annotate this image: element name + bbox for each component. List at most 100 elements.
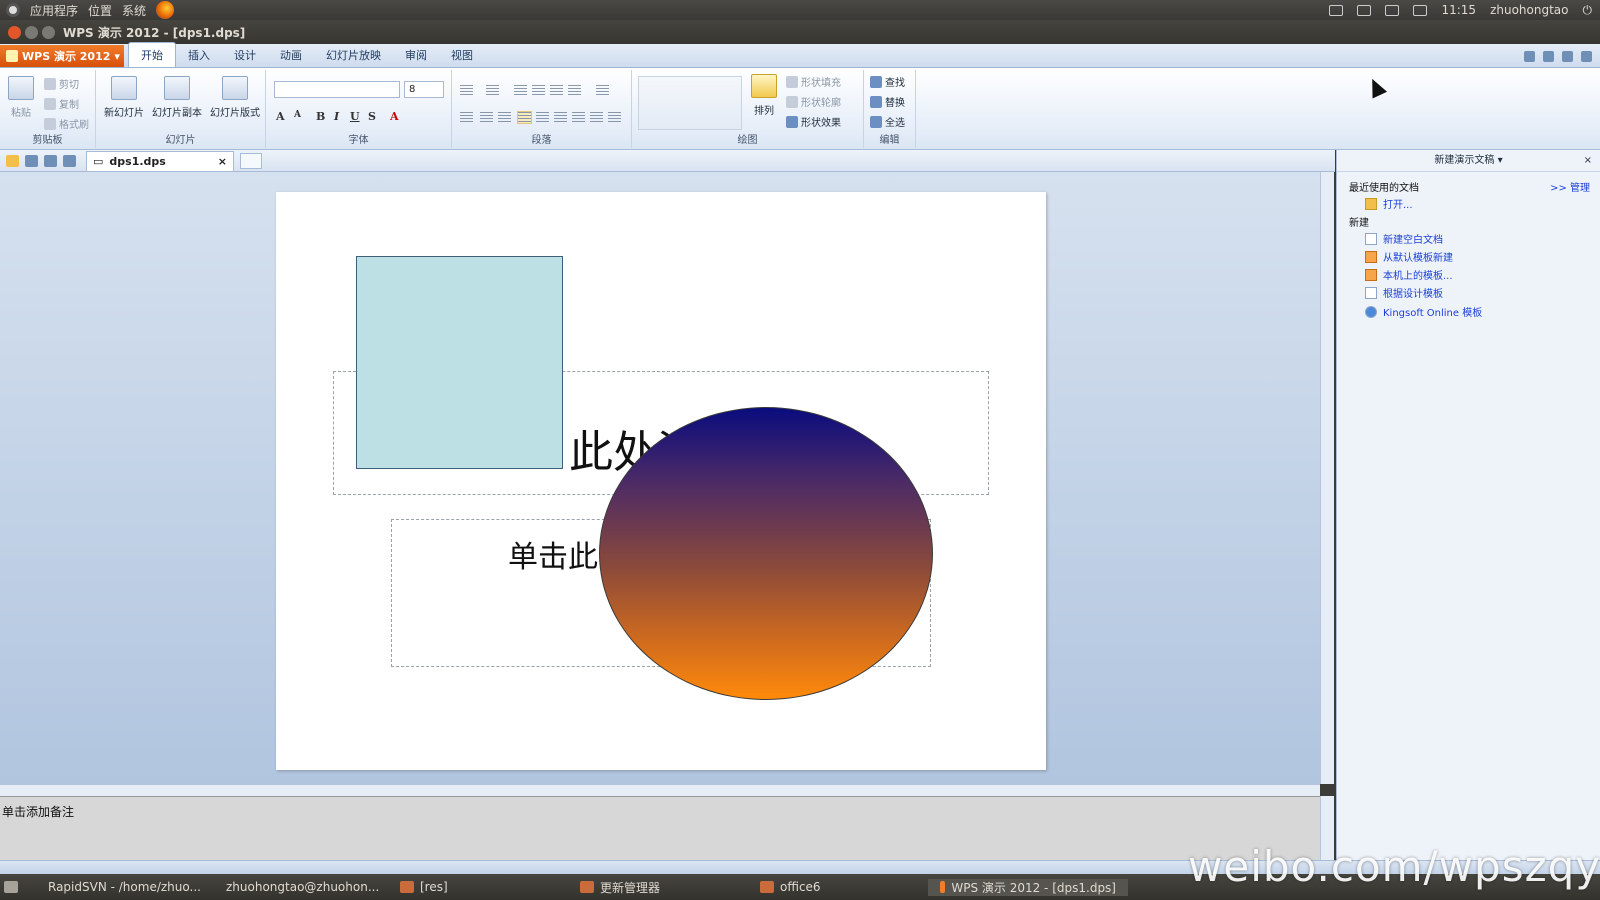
manage-link[interactable]: >> 管理 [1550, 179, 1590, 194]
task-pane-title[interactable]: 新建演示文稿 [1434, 155, 1494, 166]
text-box-icon[interactable] [608, 112, 621, 123]
collapse-ribbon-icon[interactable] [1524, 51, 1535, 62]
font-size-select[interactable]: 8 [404, 81, 444, 98]
close-tab-icon[interactable]: × [218, 155, 227, 168]
duplicate-slide-button[interactable]: 幻灯片副本 [150, 76, 204, 119]
notes-pane[interactable]: 单击添加备注 [0, 796, 1320, 860]
columns-icon[interactable] [460, 112, 473, 123]
help-icon[interactable] [1581, 51, 1592, 62]
ellipse-shape[interactable] [599, 407, 933, 700]
ltr-icon[interactable] [498, 112, 511, 123]
open-link[interactable]: 打开... [1365, 196, 1413, 211]
rtl-icon[interactable] [480, 112, 493, 123]
taskbar-item-terminal[interactable]: zhuohongtao@zhuohon... [208, 880, 388, 894]
slide-vertical-scrollbar[interactable] [1320, 172, 1334, 784]
bold-button[interactable]: B [316, 110, 325, 123]
distribute-icon[interactable] [590, 112, 603, 123]
shape-fill-button[interactable]: 形状填充 [786, 74, 841, 89]
shape-effects-button[interactable]: 形状效果 [786, 114, 841, 129]
network-icon[interactable] [1357, 4, 1372, 16]
taskbar-item-res[interactable]: [res] [388, 880, 568, 894]
justify-icon[interactable] [572, 112, 585, 123]
show-desktop-button[interactable] [0, 881, 30, 893]
menu-system[interactable]: 系统 [122, 2, 146, 19]
clock[interactable]: 11:15 [1441, 3, 1476, 17]
rectangle-shape[interactable] [356, 256, 563, 469]
tab-insert[interactable]: 插入 [176, 43, 222, 67]
close-icon[interactable]: × [1584, 150, 1592, 172]
power-icon[interactable]: ⏻ [1583, 3, 1593, 18]
user-menu[interactable]: zhuohongtao [1490, 3, 1568, 17]
font-name-select[interactable] [274, 81, 400, 98]
align-right-icon[interactable] [554, 112, 567, 123]
tab-design[interactable]: 设计 [222, 43, 268, 67]
task-pane-header[interactable]: 新建演示文稿 ▾ × [1337, 150, 1600, 172]
menu-applications[interactable]: 应用程序 [30, 2, 78, 19]
line-spacing-icon[interactable] [550, 85, 563, 96]
local-templates-link[interactable]: 本机上的模板... [1365, 267, 1453, 282]
tab-view[interactable]: 视图 [439, 43, 485, 67]
save-icon[interactable] [25, 154, 38, 167]
new-slide-button[interactable]: 新幻灯片 [102, 76, 146, 119]
redo-icon[interactable] [63, 154, 76, 167]
cut-button[interactable]: 剪切 [44, 76, 79, 91]
window-maximize-button[interactable] [42, 25, 55, 39]
paste-button[interactable]: 粘贴 [6, 76, 36, 119]
firefox-icon[interactable] [156, 1, 175, 19]
window-minimize-button[interactable] [25, 25, 38, 39]
undo-icon[interactable] [44, 154, 57, 167]
tab-slideshow[interactable]: 幻灯片放映 [314, 43, 393, 67]
new-blank-link[interactable]: 新建空白文档 [1365, 231, 1443, 246]
taskbar-item-wps[interactable]: WPS 演示 2012 - [dps1.dps] [928, 878, 1128, 896]
replace-button[interactable]: 替换 [870, 94, 905, 109]
skin-icon[interactable] [1562, 51, 1573, 62]
underline-button[interactable]: U [350, 110, 360, 123]
select-all-button[interactable]: 全选 [870, 114, 905, 129]
text-direction-icon[interactable] [568, 85, 581, 96]
new-from-default-link[interactable]: 从默认模板新建 [1365, 249, 1453, 264]
align-center-icon[interactable] [536, 112, 549, 123]
arrange-button[interactable]: 排列 [748, 74, 780, 117]
format-painter-button[interactable]: 格式刷 [44, 116, 89, 131]
copy-button[interactable]: 复制 [44, 96, 79, 111]
open-folder-icon[interactable] [6, 154, 19, 167]
volume-icon[interactable] [1385, 4, 1400, 16]
menu-places[interactable]: 位置 [88, 2, 112, 19]
grow-font-button[interactable]: A [276, 110, 285, 123]
bullets-icon[interactable] [460, 85, 473, 96]
ubuntu-logo-icon[interactable] [6, 3, 20, 17]
wps-app-menu-button[interactable]: WPS 演示 2012 ▾ [0, 45, 124, 67]
window-close-button[interactable] [8, 25, 21, 39]
shape-styles-gallery[interactable] [638, 76, 742, 130]
numbering-icon[interactable] [486, 85, 499, 96]
slide-horizontal-scrollbar[interactable] [0, 784, 1320, 796]
taskbar-item-update-manager[interactable]: 更新管理器 [568, 879, 748, 896]
taskbar-item-office6[interactable]: office6 [748, 880, 928, 894]
font-color-button[interactable]: A [390, 110, 399, 123]
new-document-button[interactable] [240, 152, 262, 169]
mail-icon[interactable] [1413, 4, 1428, 16]
find-button[interactable]: 查找 [870, 74, 905, 89]
tab-review[interactable]: 审阅 [393, 43, 439, 67]
shadow-button[interactable]: S [368, 110, 376, 123]
online-templates-label: Kingsoft Online 模板 [1383, 308, 1483, 319]
slide-canvas[interactable]: 此处添 单击此 [276, 192, 1046, 770]
slide-layout-button[interactable]: 幻灯片版式 [208, 76, 262, 119]
taskbar-item-rapidsvn[interactable]: RapidSVN - /home/zhuo... [30, 880, 208, 894]
notes-placeholder[interactable]: 单击添加备注 [2, 803, 74, 820]
document-tab[interactable]: ▭ dps1.dps × [86, 150, 234, 171]
design-template-link[interactable]: 根据设计模板 [1365, 285, 1443, 300]
window-switch-icon[interactable] [1543, 51, 1554, 62]
align-left-icon[interactable] [517, 111, 532, 124]
sort-icon[interactable] [596, 85, 609, 96]
keyboard-icon[interactable] [1329, 4, 1344, 16]
italic-button[interactable]: I [334, 110, 339, 123]
decrease-indent-icon[interactable] [514, 85, 527, 96]
online-templates-link[interactable]: Kingsoft Online 模板 [1365, 304, 1482, 319]
drawing-group-label: 绘图 [737, 135, 758, 146]
shape-outline-button[interactable]: 形状轮廓 [786, 94, 841, 109]
tab-animation[interactable]: 动画 [268, 43, 314, 67]
tab-home[interactable]: 开始 [128, 42, 176, 67]
shrink-font-button[interactable]: A [294, 110, 301, 120]
increase-indent-icon[interactable] [532, 85, 545, 96]
